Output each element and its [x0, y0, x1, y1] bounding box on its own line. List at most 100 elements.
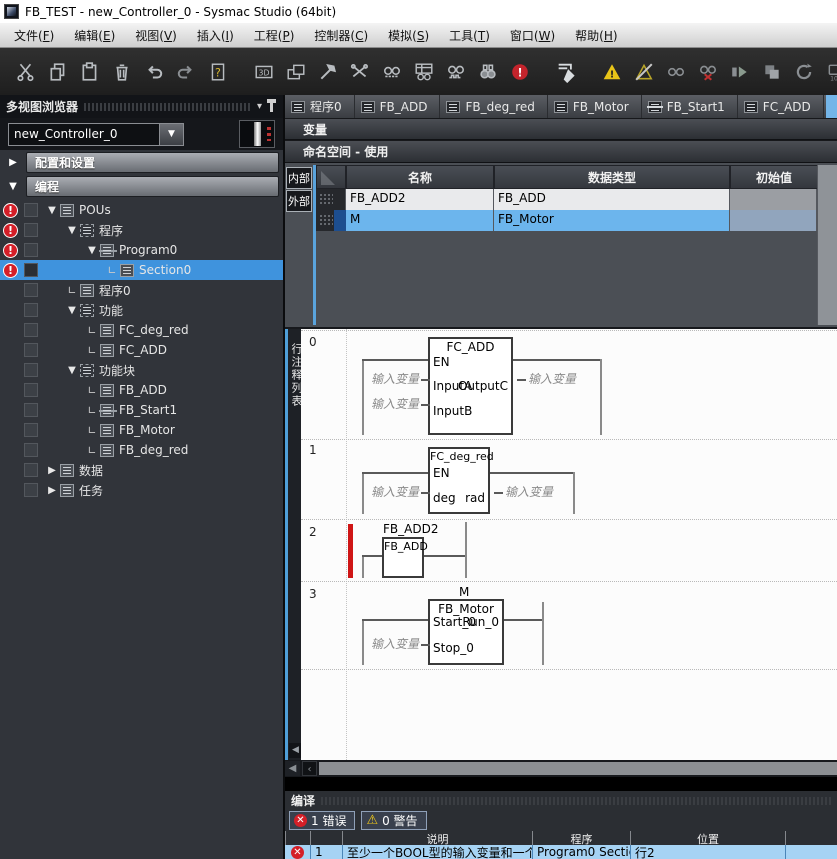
fc-add-block[interactable]: FC_ADD EN InputA OutputC InputB — [428, 337, 513, 435]
menu-insert[interactable]: 插入(I) — [187, 24, 244, 47]
tree-checkbox[interactable] — [24, 423, 38, 437]
ladder-hscrollbar[interactable]: ◀ ‹ — [285, 760, 837, 777]
section-config-bar[interactable]: 配置和设置 — [26, 152, 279, 173]
fc-deg-red-block[interactable]: FC_deg_red EN deg rad — [428, 447, 490, 514]
output-placeholder[interactable]: 输入变量 — [494, 483, 553, 500]
tree-item-fb-motor[interactable]: ∟FB_Motor — [0, 420, 283, 440]
tree-item-functions[interactable]: ▼功能 — [0, 300, 283, 320]
execute-copy-icon[interactable] — [759, 59, 785, 85]
tree-item-fb-deg-red[interactable]: ∟FB_deg_red — [0, 440, 283, 460]
namespace-bar[interactable]: 命名空间 - 使用 — [285, 140, 837, 163]
tree-item-section0[interactable]: ! ∟Section0 — [0, 260, 283, 280]
input-placeholder[interactable]: 输入变量 — [371, 483, 430, 500]
tree-checkbox[interactable] — [24, 223, 38, 237]
scroll-step-left-icon[interactable]: ‹ — [302, 761, 317, 776]
variables-bar[interactable]: 变量 — [285, 118, 837, 140]
step-run-icon[interactable] — [727, 59, 753, 85]
copy-icon[interactable] — [45, 59, 71, 85]
redo-icon[interactable] — [173, 59, 199, 85]
expand-arrow-icon[interactable]: ▼ — [64, 365, 80, 376]
paste-icon[interactable] — [77, 59, 103, 85]
tree-checkbox[interactable] — [24, 203, 38, 217]
collapse-arrow-icon[interactable]: ▶ — [44, 465, 60, 476]
online-monitor-icon[interactable]: 101 — [823, 59, 837, 85]
fb-instance-name[interactable]: FB_ADD2 — [383, 522, 438, 536]
tab-fc-add[interactable]: FC_ADD — [738, 95, 824, 118]
watch-table-icon[interactable] — [411, 59, 437, 85]
tree-checkbox[interactable] — [24, 323, 38, 337]
tree-checkbox[interactable] — [24, 483, 38, 497]
tree-item-function-blocks[interactable]: ▼功能块 — [0, 360, 283, 380]
tree-item-fc-deg-red[interactable]: ∟FC_deg_red — [0, 320, 283, 340]
pin-icon[interactable] — [270, 102, 273, 112]
delete-icon[interactable] — [109, 59, 135, 85]
controller-error-icon[interactable]: ! — [507, 59, 533, 85]
input-placeholder[interactable]: 输入变量 — [371, 635, 430, 652]
cut-icon[interactable] — [13, 59, 39, 85]
section-config[interactable]: ▶ 配置和设置 — [0, 151, 283, 174]
column-header-type[interactable]: 数据类型 — [494, 165, 730, 189]
output-placeholder[interactable]: 输入变量 — [517, 370, 576, 387]
menu-help[interactable]: 帮助(H) — [565, 24, 627, 47]
expand-arrow-icon[interactable]: ▼ — [84, 245, 100, 256]
section-programming-bar[interactable]: 编程 — [26, 176, 279, 197]
tree-item-programs[interactable]: ! ▼程序 — [0, 220, 283, 240]
menu-window[interactable]: 窗口(W) — [500, 24, 565, 47]
tree-checkbox[interactable] — [24, 243, 38, 257]
expand-arrow-icon[interactable]: ▼ — [64, 305, 80, 316]
description-column[interactable]: 说明 — [342, 831, 532, 845]
expand-arrow-icon[interactable]: ▼ — [64, 225, 80, 236]
section-programming[interactable]: ▼ 编程 — [0, 175, 283, 198]
tree-item-tasks[interactable]: ▶任务 — [0, 480, 283, 500]
tree-checkbox[interactable] — [24, 363, 38, 377]
warnings-filter-button[interactable]: ⚠0 警告 — [361, 811, 426, 830]
column-header-name[interactable]: 名称 — [346, 165, 494, 189]
edit-mode-icon[interactable] — [553, 59, 579, 85]
rung-comment-strip[interactable]: 行注释列表 ◀ — [285, 329, 301, 760]
tree-checkbox[interactable] — [24, 343, 38, 357]
scroll-left-icon[interactable]: ◀ — [285, 761, 300, 776]
tree-item-fc-add[interactable]: ∟FC_ADD — [0, 340, 283, 360]
tree-checkbox[interactable] — [24, 383, 38, 397]
ladder-canvas[interactable]: 0 FC_ADD EN InputA OutputC InputB 输入变量 输… — [301, 329, 837, 760]
watch-window-icon[interactable] — [379, 59, 405, 85]
variable-table-scrollbar[interactable] — [817, 165, 837, 325]
tab-fb-deg-red[interactable]: FB_deg_red — [440, 95, 547, 118]
fb-add2-block[interactable]: FB_ADD — [382, 537, 424, 578]
panel-menu-arrow-icon[interactable]: ▾ — [257, 101, 262, 112]
menu-project[interactable]: 工程(P) — [244, 24, 305, 47]
tree-item-fb-start1[interactable]: ∟FB_Start1 — [0, 400, 283, 420]
warning-disabled-icon[interactable] — [631, 59, 657, 85]
tree-checkbox[interactable] — [24, 463, 38, 477]
tab-program0[interactable]: 程序0 — [285, 95, 355, 118]
tree-item-data[interactable]: ▶数据 — [0, 460, 283, 480]
menu-tools[interactable]: 工具(T) — [439, 24, 500, 47]
collapse-arrow-icon[interactable]: ▶ — [0, 157, 26, 168]
watch-glasses-off-icon[interactable] — [695, 59, 721, 85]
column-header-initial[interactable]: 初始值 — [730, 165, 818, 189]
tree-item-pous[interactable]: ! ▼POUs — [0, 200, 283, 220]
tab-fb-add[interactable]: FB_ADD — [355, 95, 441, 118]
cross-reference-icon[interactable] — [347, 59, 373, 85]
chevron-down-icon[interactable]: ▼ — [159, 124, 183, 145]
variable-row-selected[interactable]: M FB_Motor — [316, 210, 817, 231]
warning-enabled-icon[interactable]: ! — [599, 59, 625, 85]
expand-arrow-icon[interactable]: ▼ — [0, 181, 26, 192]
errors-filter-button[interactable]: ✕1 错误 — [289, 811, 355, 830]
tree-checkbox[interactable] — [24, 403, 38, 417]
help-doc-icon[interactable]: ? — [205, 59, 231, 85]
undo-icon[interactable] — [141, 59, 167, 85]
search-icon[interactable] — [475, 59, 501, 85]
input-placeholder[interactable]: 输入变量 — [371, 370, 430, 387]
menu-file[interactable]: 文件(F) — [4, 24, 64, 47]
row-handle[interactable] — [316, 210, 346, 231]
tree-item-fb-add[interactable]: ∟FB_ADD — [0, 380, 283, 400]
menu-view[interactable]: 视图(V) — [125, 24, 187, 47]
tree-item-program0-st[interactable]: ∟程序0 — [0, 280, 283, 300]
sync-icon[interactable] — [791, 59, 817, 85]
menu-controller[interactable]: 控制器(C) — [304, 24, 378, 47]
location-column[interactable]: 位置 — [630, 831, 785, 845]
tree-checkbox[interactable] — [24, 443, 38, 457]
tab-external[interactable]: 外部 — [286, 190, 312, 212]
3d-view-icon[interactable]: 3D — [251, 59, 277, 85]
